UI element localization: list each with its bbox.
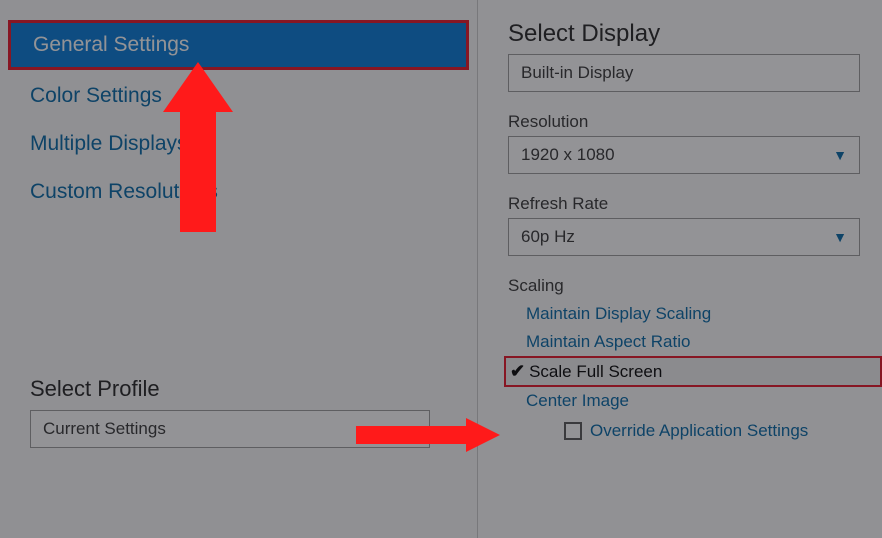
resolution-value: 1920 x 1080 bbox=[521, 145, 615, 165]
refresh-group: Refresh Rate 60p Hz ▼ bbox=[508, 194, 882, 256]
refresh-dropdown[interactable]: 60p Hz ▼ bbox=[508, 218, 860, 256]
app-root: General Settings Color Settings Multiple… bbox=[0, 0, 882, 538]
scaling-list: Maintain Display Scaling Maintain Aspect… bbox=[508, 300, 882, 441]
display-value: Built-in Display bbox=[521, 63, 633, 83]
refresh-label: Refresh Rate bbox=[508, 194, 882, 214]
scaling-opt-maintain-aspect[interactable]: Maintain Aspect Ratio bbox=[526, 328, 882, 356]
scaling-opt-center-image[interactable]: Center Image bbox=[526, 387, 882, 415]
sidebar: General Settings Color Settings Multiple… bbox=[0, 0, 477, 538]
scaling-label: Scaling bbox=[508, 276, 882, 296]
display-dropdown[interactable]: Built-in Display bbox=[508, 54, 860, 92]
profile-heading: Select Profile bbox=[30, 376, 447, 402]
nav-list: General Settings Color Settings Multiple… bbox=[0, 20, 477, 216]
check-icon: ✔ bbox=[510, 361, 525, 382]
nav-item-multiple-displays[interactable]: Multiple Displays bbox=[0, 120, 477, 168]
nav-item-color-settings[interactable]: Color Settings bbox=[0, 72, 477, 120]
profile-dropdown[interactable]: Current Settings ▼ bbox=[30, 410, 430, 448]
override-label: Override Application Settings bbox=[590, 421, 808, 441]
refresh-value: 60p Hz bbox=[521, 227, 575, 247]
profile-value: Current Settings bbox=[43, 419, 166, 439]
resolution-group: Resolution 1920 x 1080 ▼ bbox=[508, 112, 882, 174]
override-checkbox[interactable]: Override Application Settings bbox=[564, 421, 882, 441]
profile-section: Select Profile Current Settings ▼ bbox=[0, 376, 477, 448]
display-heading: Select Display bbox=[508, 20, 882, 48]
display-group: Select Display Built-in Display bbox=[508, 20, 882, 92]
chevron-down-icon: ▼ bbox=[833, 229, 847, 245]
main-panel: Select Display Built-in Display Resoluti… bbox=[477, 0, 882, 538]
scaling-group: Scaling Maintain Display Scaling Maintai… bbox=[508, 276, 882, 441]
chevron-down-icon: ▼ bbox=[403, 421, 417, 437]
resolution-dropdown[interactable]: 1920 x 1080 ▼ bbox=[508, 136, 860, 174]
scaling-opt-label: Scale Full Screen bbox=[529, 362, 662, 382]
scaling-opt-maintain-display[interactable]: Maintain Display Scaling bbox=[526, 300, 882, 328]
resolution-label: Resolution bbox=[508, 112, 882, 132]
scaling-opt-scale-full-screen[interactable]: ✔ Scale Full Screen bbox=[504, 356, 882, 387]
checkbox-icon bbox=[564, 422, 582, 440]
nav-item-custom-resolutions[interactable]: Custom Resolutions bbox=[0, 168, 477, 216]
chevron-down-icon: ▼ bbox=[833, 147, 847, 163]
nav-item-general-settings[interactable]: General Settings bbox=[8, 20, 469, 70]
